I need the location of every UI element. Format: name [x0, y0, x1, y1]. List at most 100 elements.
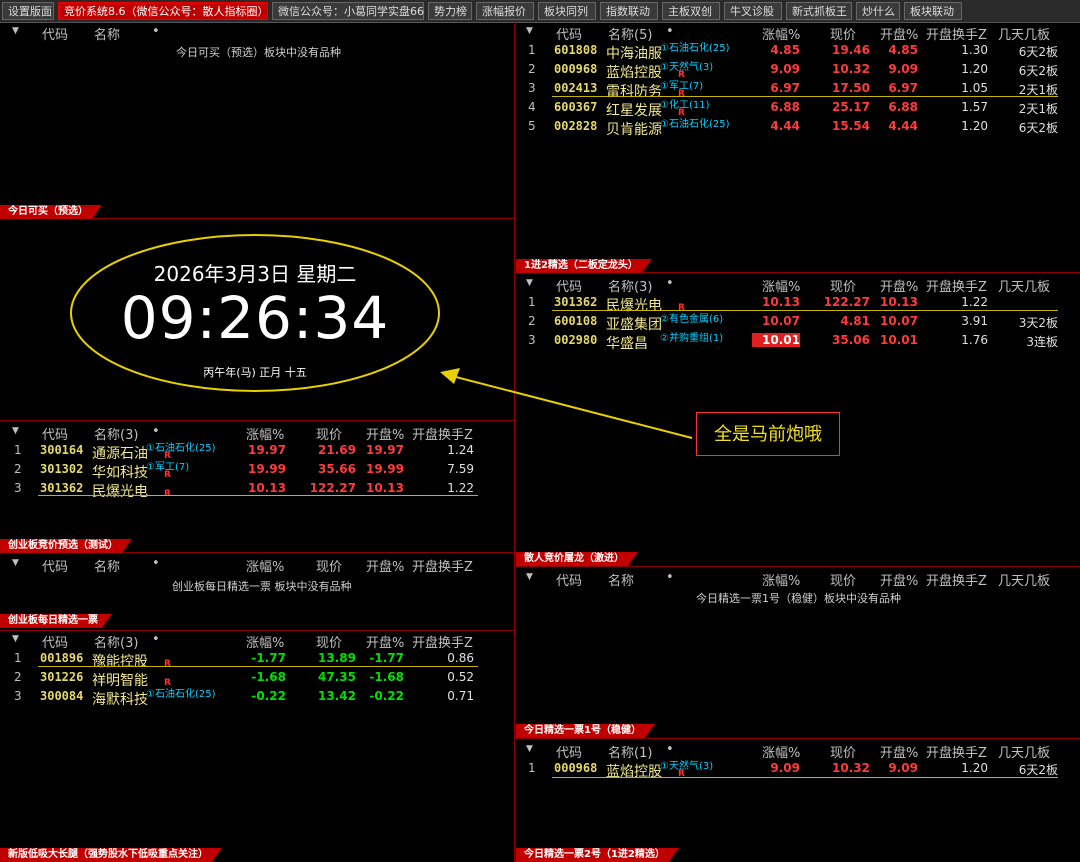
open-value: 9.09 [888, 761, 918, 775]
table-row[interactable]: 3 002980 华盛昌 ②并购重组(1) 10.01 35.06 10.01 1.76 3连板 [514, 332, 1074, 352]
tab-wechat-official[interactable]: 微信公众号：小葛同学实盘66 [272, 2, 424, 20]
tab-power-rank[interactable]: 势力榜 [428, 2, 472, 20]
row-underline [552, 96, 1058, 97]
col-change[interactable]: 涨幅% [762, 570, 800, 589]
col-open[interactable]: 开盘% [880, 276, 918, 295]
col-turnover[interactable]: 开盘换手Z [412, 556, 473, 575]
col-open[interactable]: 开盘% [366, 632, 404, 651]
panel-title-tab[interactable]: 1进2精选（二板定龙头） [516, 259, 652, 273]
table-row[interactable]: 1 601808 中海油服 ①石油石化(25) 4.85 19.46 4.85 1.30 6天2… [514, 42, 1074, 62]
price-value: 13.89 [318, 651, 356, 665]
col-name[interactable]: 名称 [94, 24, 120, 43]
col-price[interactable]: 现价 [316, 556, 342, 575]
tab-board-catcher[interactable]: 新式抓板王 [786, 2, 852, 20]
col-price[interactable]: 现价 [830, 276, 856, 295]
col-code[interactable]: 代码 [42, 632, 68, 651]
col-change[interactable]: 涨幅% [246, 556, 284, 575]
col-open[interactable]: 开盘% [366, 556, 404, 575]
col-streak[interactable]: 几天几板 [998, 742, 1050, 761]
col-change[interactable]: 涨幅% [246, 424, 284, 443]
table-row[interactable]: 3 301362 民爆光电 10.13 122.27 10.13 1.22 R [0, 480, 500, 500]
tab-stock-diagnose[interactable]: 牛叉诊股 [724, 2, 782, 20]
open-value: 6.88 [888, 100, 918, 114]
stock-name: 亚盛集团 [606, 317, 662, 333]
col-turnover[interactable]: 开盘换手Z [926, 276, 987, 295]
panel-title-tab[interactable]: 新版低吸大长腿（强势股水下低吸重点关注） [0, 848, 222, 862]
col-open[interactable]: 开盘% [880, 24, 918, 43]
tab-hot-topic[interactable]: 炒什么 [856, 2, 900, 20]
r-marker-icon: R [164, 489, 171, 499]
tab-settings[interactable]: 设置版面 [2, 2, 54, 20]
col-streak[interactable]: 几天几板 [998, 276, 1050, 295]
dropdown-triangle-icon[interactable]: ▼ [12, 26, 19, 36]
col-open[interactable]: 开盘% [880, 742, 918, 761]
col-name[interactable]: 名称 [94, 556, 120, 575]
table-row[interactable]: 2 000968 蓝焰控股 ①天然气(3) 9.09 10.32 9.09 1.20 6天2板 R [514, 61, 1074, 81]
panel-title-tab[interactable]: 今日可买（预选） [0, 205, 102, 219]
panel-title-tab[interactable]: 散人竞价屠龙（激进） [516, 552, 638, 566]
table-row[interactable]: 2 600108 亚盛集团 ②有色金属(6) 10.07 4.81 10.07 3.91 3天2… [514, 313, 1074, 333]
col-code[interactable]: 代码 [556, 24, 582, 43]
row-underline [552, 777, 1058, 778]
r-marker-icon: R [164, 470, 171, 480]
col-turnover[interactable]: 开盘换手Z [412, 632, 473, 651]
col-code[interactable]: 代码 [556, 742, 582, 761]
col-turnover[interactable]: 开盘换手Z [926, 570, 987, 589]
dropdown-triangle-icon[interactable]: ▼ [526, 744, 533, 754]
change-value: 6.97 [770, 81, 800, 95]
col-price[interactable]: 现价 [316, 632, 342, 651]
stock-code: 301302 [40, 462, 84, 476]
col-name[interactable]: 名称(1) [608, 742, 652, 761]
panel-title-tab[interactable]: 创业板每日精选一票 [0, 614, 112, 628]
panel-title-tab[interactable]: 创业板竞价预选（测试） [0, 539, 132, 553]
price-value: 47.35 [318, 670, 356, 684]
col-turnover[interactable]: 开盘换手Z [926, 24, 987, 43]
tab-bidding-system[interactable]: 竞价系统8.6（微信公众号：散人指标圈） [58, 2, 269, 20]
dropdown-triangle-icon[interactable]: ▼ [526, 26, 533, 36]
dropdown-triangle-icon[interactable]: ▼ [12, 558, 19, 568]
col-change[interactable]: 涨幅% [246, 632, 284, 651]
col-name[interactable]: 名称(3) [608, 276, 652, 295]
col-streak[interactable]: 几天几板 [998, 570, 1050, 589]
tab-sector-link[interactable]: 板块联动 [904, 2, 962, 20]
col-change[interactable]: 涨幅% [762, 276, 800, 295]
col-code[interactable]: 代码 [42, 24, 68, 43]
col-code[interactable]: 代码 [42, 424, 68, 443]
tab-main-board[interactable]: 主板双创 [662, 2, 720, 20]
col-name[interactable]: 名称(3) [94, 424, 138, 443]
col-price[interactable]: 现价 [830, 742, 856, 761]
tab-index-link[interactable]: 指数联动 [600, 2, 658, 20]
tab-gain-quote[interactable]: 涨幅报价 [476, 2, 534, 20]
col-price[interactable]: 现价 [830, 24, 856, 43]
dropdown-triangle-icon[interactable]: ▼ [526, 278, 533, 288]
dropdown-triangle-icon[interactable]: ▼ [526, 572, 533, 582]
table-row[interactable]: 1 300164 通源石油 ①石油石化(25) 19.97 21.69 19.97 1.24 R [0, 442, 500, 462]
tab-sector-list[interactable]: 板块同列 [538, 2, 596, 20]
col-name[interactable]: 名称 [608, 570, 634, 589]
panel-title-tab[interactable]: 今日精选一票2号（1进2精选） [516, 848, 679, 862]
dropdown-triangle-icon[interactable]: ▼ [12, 634, 19, 644]
dropdown-triangle-icon[interactable]: ▼ [12, 426, 19, 436]
table-row[interactable]: 2 301302 华如科技 ①军工(7) 19.99 35.66 19.99 7.59 R [0, 461, 500, 481]
col-code[interactable]: 代码 [556, 570, 582, 589]
col-code[interactable]: 代码 [42, 556, 68, 575]
table-row[interactable]: 3 300084 海默科技 ①石油石化(25) -0.22 13.42 -0.22 0.71 [0, 688, 500, 708]
table-row[interactable]: 4 600367 红星发展 ①化工(11) 6.88 25.17 6.88 1.57 2天1板 R [514, 99, 1074, 119]
col-open[interactable]: 开盘% [366, 424, 404, 443]
table-header: ▼ 代码 名称(3) • 涨幅% 现价 开盘% 开盘换手Z 几天几板 [514, 274, 1080, 295]
col-change[interactable]: 涨幅% [762, 742, 800, 761]
col-code[interactable]: 代码 [556, 276, 582, 295]
col-price[interactable]: 现价 [316, 424, 342, 443]
table-row[interactable]: 5 002828 贝肯能源 ①石油石化(25) 4.44 15.54 4.44 1.20 6天2… [514, 118, 1074, 138]
col-name[interactable]: 名称(3) [94, 632, 138, 651]
col-dot: • [152, 632, 160, 647]
col-streak[interactable]: 几天几板 [998, 24, 1050, 43]
sector-tag: ①石油石化(25) [660, 43, 730, 54]
table-row[interactable]: 2 301226 祥明智能 -1.68 47.35 -1.68 0.52 R [0, 669, 500, 689]
col-price[interactable]: 现价 [830, 570, 856, 589]
col-open[interactable]: 开盘% [880, 570, 918, 589]
panel-title-tab[interactable]: 今日精选一票1号（稳健） [516, 724, 655, 738]
col-turnover[interactable]: 开盘换手Z [926, 742, 987, 761]
col-change[interactable]: 涨幅% [762, 24, 800, 43]
col-name[interactable]: 名称(5) [608, 24, 652, 43]
